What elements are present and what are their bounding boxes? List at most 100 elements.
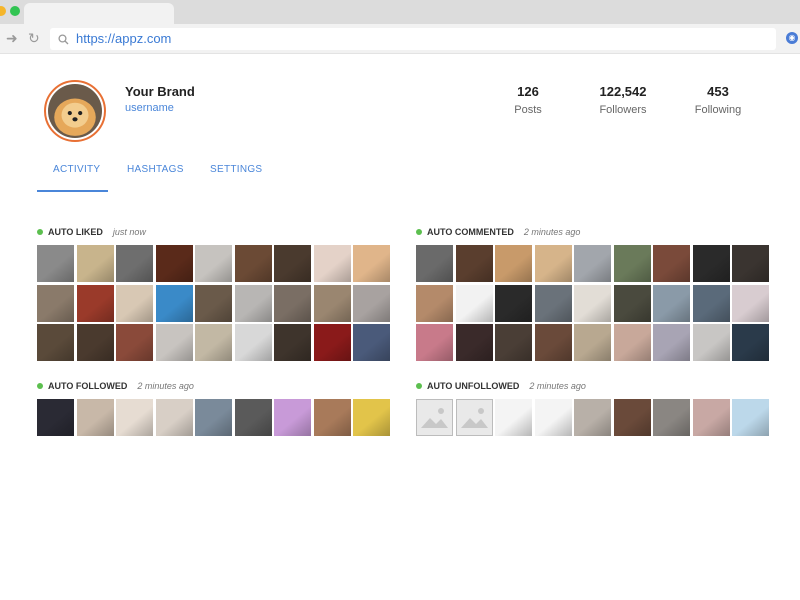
photo-thumbnail[interactable] — [653, 399, 690, 436]
photo-thumbnail[interactable] — [76, 245, 114, 282]
photo-thumbnail[interactable] — [76, 399, 114, 436]
photo-thumbnail[interactable] — [274, 284, 311, 322]
photo-thumbnail[interactable] — [234, 284, 272, 322]
photo-thumbnail[interactable] — [732, 324, 769, 361]
stat-label: Posts — [514, 104, 542, 116]
image-placeholder-icon[interactable] — [416, 399, 453, 436]
photo-thumbnail[interactable] — [416, 284, 453, 322]
photo-thumbnail[interactable] — [455, 324, 493, 361]
browser-tab[interactable] — [24, 3, 174, 24]
photo-thumbnail[interactable] — [116, 284, 153, 322]
photo-thumbnail[interactable] — [234, 324, 272, 361]
photo-thumbnail[interactable] — [692, 284, 730, 322]
photo-thumbnail[interactable] — [574, 399, 611, 436]
photo-thumbnail[interactable] — [195, 324, 232, 361]
photo-thumbnail[interactable] — [692, 324, 730, 361]
stat-label: Followers — [599, 104, 647, 116]
photo-thumbnail[interactable] — [353, 245, 390, 282]
photo-thumbnail[interactable] — [353, 284, 390, 322]
stat-value: 122,542 — [599, 84, 647, 99]
photo-thumbnail[interactable] — [116, 399, 153, 436]
photo-thumbnail[interactable] — [274, 324, 311, 361]
photo-thumbnail[interactable] — [37, 245, 74, 282]
address-bar[interactable]: https://appz.com — [50, 28, 776, 50]
tab-settings[interactable]: SETTINGS — [210, 164, 262, 175]
status-dot-icon — [37, 383, 43, 389]
photo-thumbnail[interactable] — [574, 245, 611, 282]
photo-thumbnail[interactable] — [495, 399, 532, 436]
photo-thumbnail[interactable] — [116, 245, 153, 282]
photo-thumbnail[interactable] — [155, 399, 193, 436]
status-dot-icon — [416, 383, 422, 389]
photo-thumbnail[interactable] — [534, 399, 572, 436]
section-title: AUTO COMMENTED — [427, 227, 514, 237]
photo-thumbnail[interactable] — [155, 245, 193, 282]
photo-thumbnail[interactable] — [76, 284, 114, 322]
photo-thumbnail[interactable] — [155, 284, 193, 322]
photo-thumbnail[interactable] — [574, 284, 611, 322]
photo-thumbnail[interactable] — [732, 284, 769, 322]
reload-icon[interactable]: ↻ — [28, 30, 40, 47]
photo-thumbnail[interactable] — [416, 245, 453, 282]
photo-thumbnail[interactable] — [313, 245, 351, 282]
photo-thumbnail[interactable] — [353, 324, 390, 361]
tab-hashtags[interactable]: HASHTAGS — [127, 164, 184, 175]
photo-thumbnail[interactable] — [692, 399, 730, 436]
photo-thumbnail[interactable] — [574, 324, 611, 361]
section-timestamp: 2 minutes ago — [137, 381, 194, 391]
photo-thumbnail[interactable] — [455, 245, 493, 282]
profile-avatar[interactable] — [44, 80, 106, 142]
photo-thumbnail[interactable] — [534, 245, 572, 282]
photo-thumbnail[interactable] — [274, 245, 311, 282]
browser-toolbar: ➜ ↻ https://appz.com ◉ — [0, 24, 800, 54]
image-placeholder-icon[interactable] — [455, 399, 493, 436]
photo-thumbnail[interactable] — [692, 245, 730, 282]
section-timestamp: just now — [112, 227, 146, 237]
forward-arrow-icon[interactable]: ➜ — [6, 30, 18, 47]
photo-thumbnail[interactable] — [613, 399, 651, 436]
photo-thumbnail[interactable] — [234, 399, 272, 436]
photo-thumbnail[interactable] — [534, 324, 572, 361]
window-minimize-button[interactable] — [0, 6, 6, 16]
photo-thumbnail[interactable] — [613, 245, 651, 282]
photo-thumbnail[interactable] — [195, 245, 232, 282]
photo-thumbnail[interactable] — [455, 284, 493, 322]
photo-thumbnail[interactable] — [653, 245, 690, 282]
auto-unfollowed-section: AUTO UNFOLLOWED 2 minutes ago — [416, 378, 769, 436]
photo-thumbnail[interactable] — [495, 284, 532, 322]
photo-thumbnail[interactable] — [534, 284, 572, 322]
photo-thumbnail[interactable] — [416, 324, 453, 361]
tab-activity[interactable]: ACTIVITY — [53, 164, 100, 175]
search-icon — [58, 34, 69, 45]
photo-thumbnail[interactable] — [76, 324, 114, 361]
photo-thumbnail[interactable] — [495, 324, 532, 361]
photo-thumbnail[interactable] — [155, 324, 193, 361]
status-dot-icon — [416, 229, 422, 235]
profile-username[interactable]: username — [125, 102, 174, 114]
photo-thumbnail[interactable] — [732, 399, 769, 436]
photo-thumbnail[interactable] — [313, 399, 351, 436]
stat-followers: 122,542 Followers — [583, 84, 663, 116]
photo-thumbnail[interactable] — [613, 324, 651, 361]
photo-thumbnail[interactable] — [313, 324, 351, 361]
photo-thumbnail[interactable] — [195, 284, 232, 322]
photo-thumbnail[interactable] — [234, 245, 272, 282]
photo-thumbnail[interactable] — [313, 284, 351, 322]
section-title: AUTO FOLLOWED — [48, 381, 128, 391]
photo-thumbnail[interactable] — [495, 245, 532, 282]
photo-thumbnail[interactable] — [732, 245, 769, 282]
section-title: AUTO UNFOLLOWED — [427, 381, 520, 391]
url-text: https://appz.com — [76, 31, 172, 46]
window-maximize-button[interactable] — [10, 6, 20, 16]
extension-icon[interactable]: ◉ — [786, 32, 798, 44]
photo-thumbnail[interactable] — [37, 284, 74, 322]
photo-thumbnail[interactable] — [653, 324, 690, 361]
photo-thumbnail[interactable] — [37, 399, 74, 436]
photo-thumbnail[interactable] — [37, 324, 74, 361]
photo-thumbnail[interactable] — [613, 284, 651, 322]
photo-thumbnail[interactable] — [195, 399, 232, 436]
photo-thumbnail[interactable] — [653, 284, 690, 322]
photo-thumbnail[interactable] — [116, 324, 153, 361]
photo-thumbnail[interactable] — [274, 399, 311, 436]
photo-thumbnail[interactable] — [353, 399, 390, 436]
